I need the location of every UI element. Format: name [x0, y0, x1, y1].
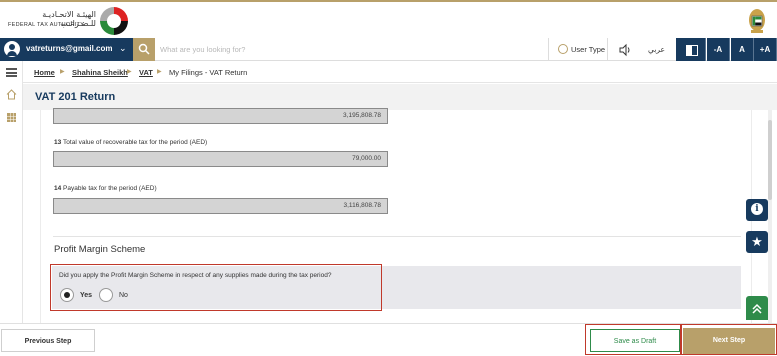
chevron-up-icon	[752, 303, 762, 314]
uae-emblem-icon	[749, 9, 765, 33]
home-icon[interactable]	[6, 89, 17, 100]
section-title: Profit Margin Scheme	[54, 244, 146, 255]
title-band: VAT 201 Return	[23, 84, 777, 110]
readonly-field-13: 79,000.00	[53, 151, 388, 167]
fta-emblem-icon	[100, 7, 128, 35]
font-increase-button[interactable]: +A	[754, 38, 777, 61]
breadcrumb-vat[interactable]: VAT	[139, 68, 153, 77]
previous-step-button[interactable]: Previous Step	[1, 329, 95, 352]
contrast-toggle-button[interactable]	[676, 38, 706, 61]
readonly-field-14: 3,116,808.78	[53, 198, 388, 214]
breadcrumb-current: My Filings - VAT Return	[169, 68, 248, 77]
user-type-selector[interactable]: User Type	[548, 38, 608, 61]
question-highlight-box	[50, 264, 382, 311]
language-toggle[interactable]: عربي	[648, 45, 665, 54]
left-sidebar	[0, 61, 23, 356]
favorite-star-icon[interactable]: ★	[746, 231, 768, 253]
breadcrumb: Home ▶ Shahina Sheikh ▶ VAT ▶ My Filings…	[23, 61, 777, 83]
search-input[interactable]	[160, 42, 540, 57]
font-default-button[interactable]: A	[731, 38, 754, 61]
chevron-down-icon: ⌄	[119, 43, 127, 53]
site-header: الهيئـة الاتحـاديـة للـضـرائـب FEDERAL T…	[0, 0, 777, 38]
menu-icon[interactable]	[6, 68, 17, 77]
breadcrumb-separator-icon: ▶	[127, 69, 132, 75]
apps-grid-icon[interactable]	[7, 113, 16, 122]
breadcrumb-separator-icon: ▶	[60, 69, 65, 75]
scrollbar[interactable]	[768, 110, 772, 325]
field-14-label: 14 Payable tax for the period (AED)	[54, 185, 157, 192]
info-button[interactable]	[746, 199, 768, 221]
user-icon	[4, 41, 20, 57]
field-14-text: Payable tax for the period (AED)	[63, 185, 157, 192]
speaker-icon[interactable]	[618, 43, 632, 57]
section-divider	[53, 236, 741, 237]
field-13-label: 13 Total value of recoverable tax for th…	[54, 139, 207, 146]
field-13-number: 13	[54, 139, 62, 146]
breadcrumb-home[interactable]: Home	[34, 68, 55, 77]
field-13-text: Total value of recoverable tax for the p…	[63, 139, 208, 146]
search-icon	[138, 43, 150, 55]
fta-logo-english: FEDERAL TAX AUTHORITY	[8, 22, 85, 28]
page: الهيئـة الاتحـاديـة للـضـرائـب FEDERAL T…	[0, 0, 777, 356]
next-step-highlight-box	[681, 324, 777, 355]
font-decrease-button[interactable]: -A	[707, 38, 730, 61]
user-type-icon	[558, 44, 568, 54]
field-14-number: 14	[54, 185, 62, 192]
breadcrumb-user[interactable]: Shahina Sheikh	[72, 68, 128, 77]
breadcrumb-separator-icon: ▶	[157, 69, 162, 75]
user-type-label: User Type	[571, 45, 606, 54]
readonly-field-12: 3,195,808.78	[53, 108, 388, 124]
account-email: vatreturns@gmail.com	[26, 44, 113, 53]
scrollbar-thumb[interactable]	[768, 120, 772, 200]
account-dropdown[interactable]: vatreturns@gmail.com ⌄	[0, 38, 133, 61]
search-button[interactable]	[133, 38, 155, 61]
top-toolbar: vatreturns@gmail.com ⌄ User Type عربي -A…	[0, 38, 777, 61]
save-draft-highlight-box	[585, 324, 681, 355]
page-title: VAT 201 Return	[35, 91, 116, 103]
scroll-to-top-button[interactable]	[746, 296, 768, 320]
fta-logo[interactable]: الهيئـة الاتحـاديـة للـضـرائـب FEDERAL T…	[8, 7, 128, 35]
